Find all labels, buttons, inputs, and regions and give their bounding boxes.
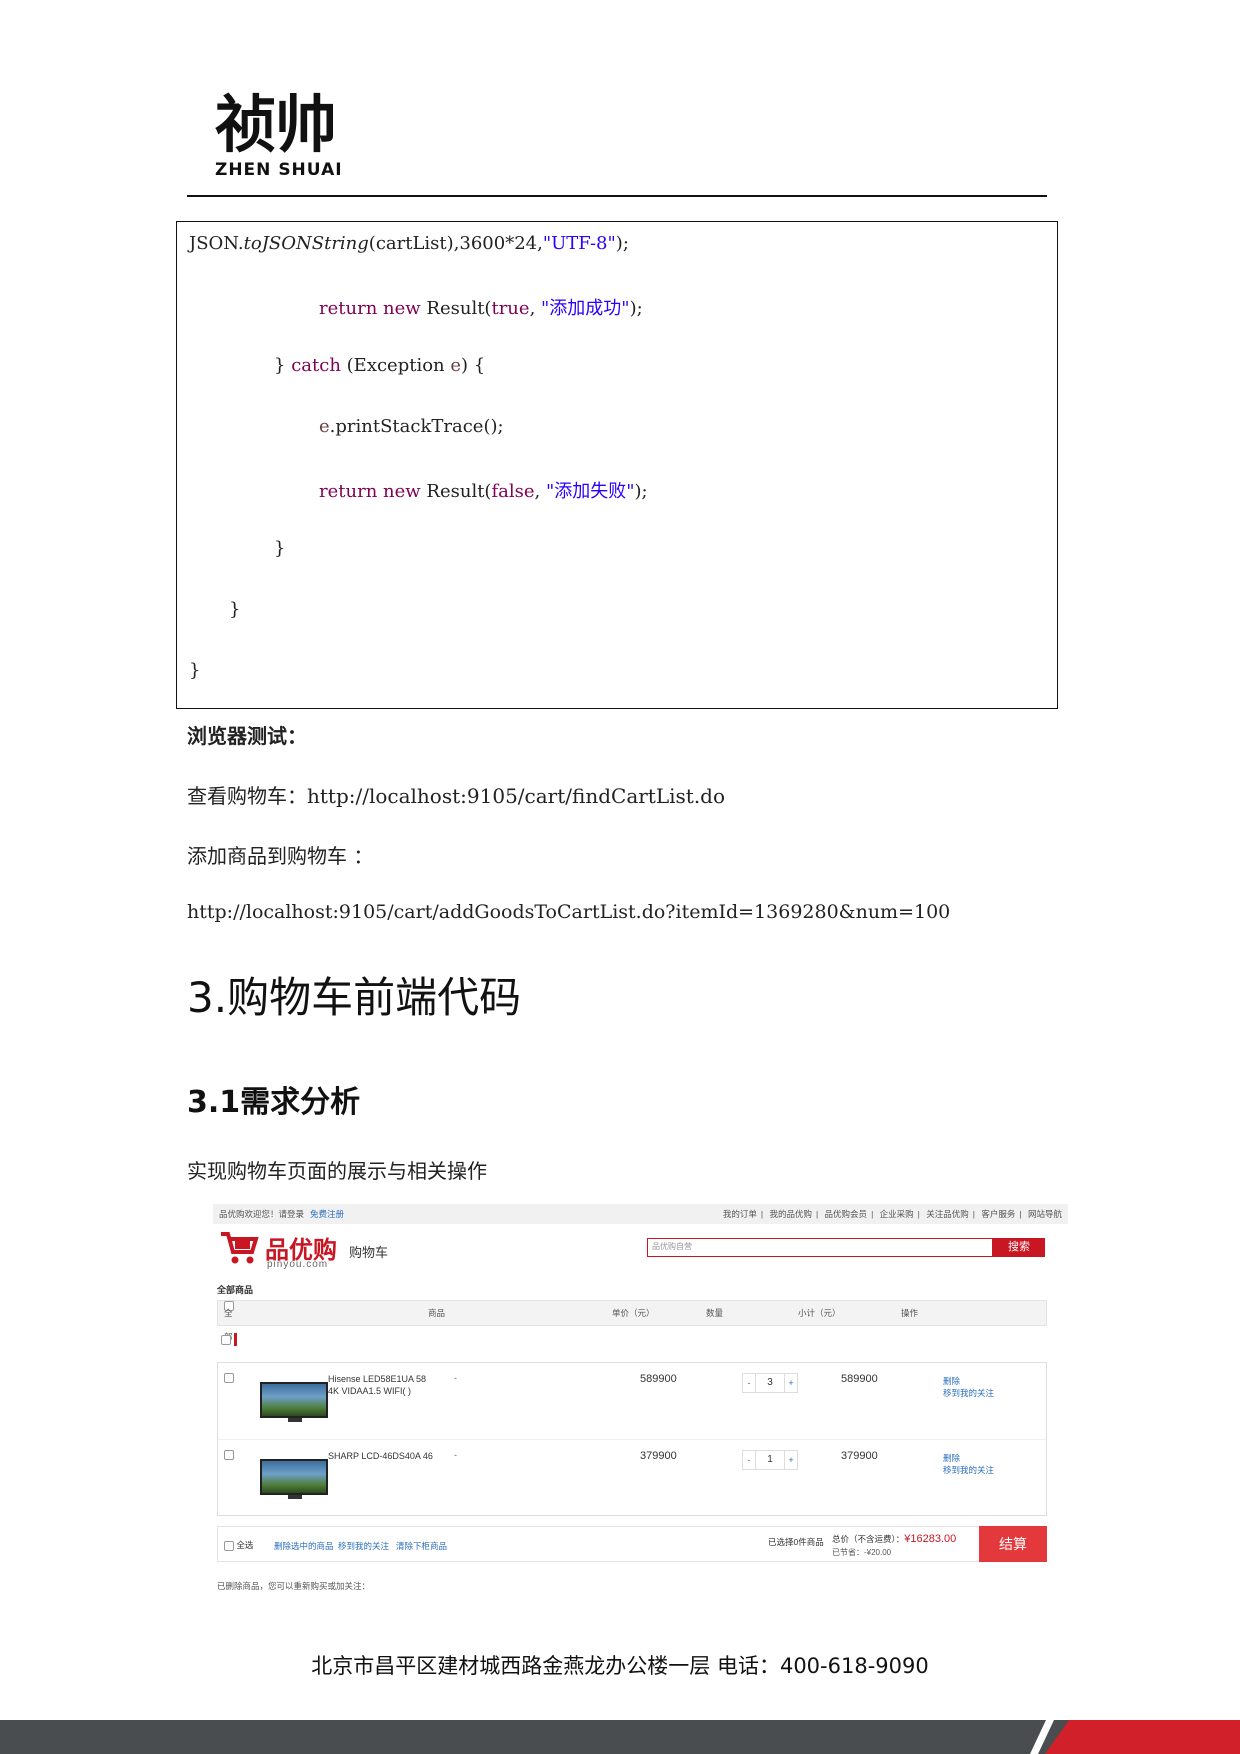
footer-select-all-label: 全选 (236, 1540, 254, 1550)
header-subtotal: 小计（元） (798, 1308, 841, 1318)
delete-selected-link[interactable]: 删除选中的商品 (274, 1540, 334, 1552)
service-link[interactable]: 客户服务 (981, 1209, 1015, 1219)
item-checkbox[interactable] (224, 1373, 234, 1383)
tv-product-image[interactable] (260, 1382, 328, 1422)
separator: | (760, 1209, 764, 1219)
cart-logo-icon (221, 1232, 259, 1264)
site-nav-link[interactable]: 网站导航 (1028, 1209, 1062, 1219)
header-ops: 操作 (901, 1308, 919, 1318)
intro-text: 实现购物车页面的展示与相关操作 (187, 1159, 487, 1183)
checkout-button[interactable]: 结算 (979, 1526, 1047, 1562)
code-line-5: return new Result(false, "添加失败"); (319, 481, 648, 502)
item-subtotal: 589900 (841, 1373, 878, 1385)
subsection-heading: 3.1需求分析 (187, 1085, 361, 1120)
view-cart-line: 查看购物车：http://localhost:9105/cart/findCar… (187, 784, 726, 808)
item-checkbox[interactable] (224, 1450, 234, 1460)
cart-page-title: 购物车 (349, 1245, 389, 1260)
item-name[interactable]: SHARP LCD-46DS40A 46 (328, 1450, 438, 1462)
welcome-text: 品优购欢迎您！请登录 (219, 1209, 305, 1219)
header-goods: 商品 (428, 1308, 446, 1318)
total-price: 总价（不含运费）：¥16283.00 (832, 1533, 956, 1545)
my-pinyougou-link[interactable]: 我的品优购 (769, 1209, 812, 1219)
all-goods-tab[interactable]: 全部商品 (217, 1283, 253, 1296)
header-divider (187, 195, 1047, 197)
brand-domain: pinyou.com (267, 1259, 329, 1270)
cart-items: Hisense LED58E1UA 58 4K VIDAA1.5 WIFI( )… (217, 1362, 1047, 1516)
code-block: JSON.toJSONString(cartList),3600*24,"UTF… (176, 221, 1058, 709)
move-to-follow-link[interactable]: 移到我的关注 (943, 1387, 994, 1399)
qty-input[interactable]: 3 (756, 1373, 784, 1393)
search-input[interactable]: 品优购自营 (647, 1238, 993, 1257)
item-name[interactable]: Hisense LED58E1UA 58 4K VIDAA1.5 WIFI( ) (328, 1373, 438, 1397)
separator: | (871, 1209, 874, 1219)
cart-page-screenshot: 品优购欢迎您！请登录 免费注册 我的订单 | 我的品优购 | 品优购会员 | 企业采购 |… (213, 1204, 1068, 1594)
tv-product-image[interactable] (260, 1459, 328, 1499)
pinyougou-logo[interactable]: 品优购 pinyou.com (219, 1230, 359, 1270)
follow-link[interactable]: 关注品优购 (926, 1209, 969, 1219)
header-quantity: 数量 (706, 1308, 724, 1318)
cart-item: SHARP LCD-46DS40A 46 - 379900 - 1 + 3799… (218, 1440, 1046, 1516)
deleted-items-note: 已删除商品，您可以重新购买或加关注： (217, 1581, 371, 1591)
item-ops: 删除 移到我的关注 (943, 1452, 994, 1476)
company-logo: 祯帅 ZHEN SHUAI (215, 88, 365, 181)
code-line-6: } (274, 538, 286, 559)
shop-marker (234, 1333, 237, 1346)
qty-plus-button[interactable]: + (784, 1450, 798, 1470)
move-to-follow-link[interactable]: 移到我的关注 (943, 1464, 994, 1476)
delete-link[interactable]: 删除 (943, 1375, 994, 1387)
qty-minus-button[interactable]: - (742, 1450, 756, 1470)
header-unit-price: 单价（元） (612, 1308, 655, 1318)
item-spec: - (454, 1450, 457, 1460)
section-heading: 3.购物车前端代码 (187, 973, 522, 1022)
code-line-2: return new Result(true, "添加成功"); (319, 298, 643, 319)
code-line-7: } (229, 599, 241, 620)
cart-footer-bar: 全选 删除选中的商品 移到我的关注 清除下柜商品 已选择0件商品 总价（不含运费… (217, 1526, 1047, 1562)
chosen-count: 已选择0件商品 (768, 1537, 824, 1547)
item-subtotal: 379900 (841, 1450, 878, 1462)
search-button[interactable]: 搜索 (993, 1238, 1045, 1257)
move-selected-to-follow-link[interactable]: 移到我的关注 (338, 1540, 389, 1552)
browser-test-label: 浏览器测试： (187, 724, 307, 748)
separator: | (972, 1209, 975, 1219)
code-line-4: e.printStackTrace(); (319, 416, 504, 437)
code-line-1: JSON.toJSONString(cartList),3600*24,"UTF… (189, 233, 629, 254)
add-goods-label: 添加商品到购物车 ： (187, 844, 374, 868)
footer-select-all-checkbox[interactable] (224, 1540, 234, 1551)
shop-checkbox[interactable] (221, 1335, 231, 1345)
enterprise-link[interactable]: 企业采购 (880, 1209, 914, 1219)
logo-english: ZHEN SHUAI (215, 160, 343, 180)
item-price: 379900 (640, 1450, 677, 1462)
my-orders-link[interactable]: 我的订单 (723, 1209, 757, 1219)
code-line-3: } catch (Exception e) { (274, 355, 486, 376)
member-link[interactable]: 品优购会员 (825, 1209, 868, 1219)
item-price: 589900 (640, 1373, 677, 1385)
qty-plus-button[interactable]: + (784, 1373, 798, 1393)
separator: | (917, 1209, 920, 1219)
item-spec: - (454, 1373, 457, 1383)
logo-chinese: 祯帅 (215, 88, 337, 161)
register-link[interactable]: 免费注册 (310, 1209, 344, 1219)
delete-link[interactable]: 删除 (943, 1452, 994, 1464)
footer-address: 北京市昌平区建材城西路金燕龙办公楼一层 电话：400-618-9090 (311, 1654, 929, 1678)
qty-input[interactable]: 1 (756, 1450, 784, 1470)
total-label: 总价（不含运费）： (832, 1534, 905, 1544)
footer-bar-accent (1045, 1720, 1240, 1754)
cart-topbar: 品优购欢迎您！请登录 免费注册 我的订单 | 我的品优购 | 品优购会员 | 企业采购 |… (213, 1204, 1068, 1224)
qty-minus-button[interactable]: - (742, 1373, 756, 1393)
separator: | (1019, 1209, 1022, 1219)
clear-removed-link[interactable]: 清除下柜商品 (396, 1540, 447, 1552)
item-ops: 删除 移到我的关注 (943, 1375, 994, 1399)
code-line-8: } (189, 660, 201, 681)
cart-item: Hisense LED58E1UA 58 4K VIDAA1.5 WIFI( )… (218, 1363, 1046, 1440)
separator: | (815, 1209, 819, 1219)
saved-amount: 已节省：-¥20.00 (832, 1548, 892, 1557)
total-amount: ¥16283.00 (904, 1533, 957, 1545)
cart-table-header: 全部 商品 单价（元） 数量 小计（元） 操作 (217, 1300, 1047, 1342)
add-goods-url: http://localhost:9105/cart/addGoodsToCar… (187, 901, 951, 923)
